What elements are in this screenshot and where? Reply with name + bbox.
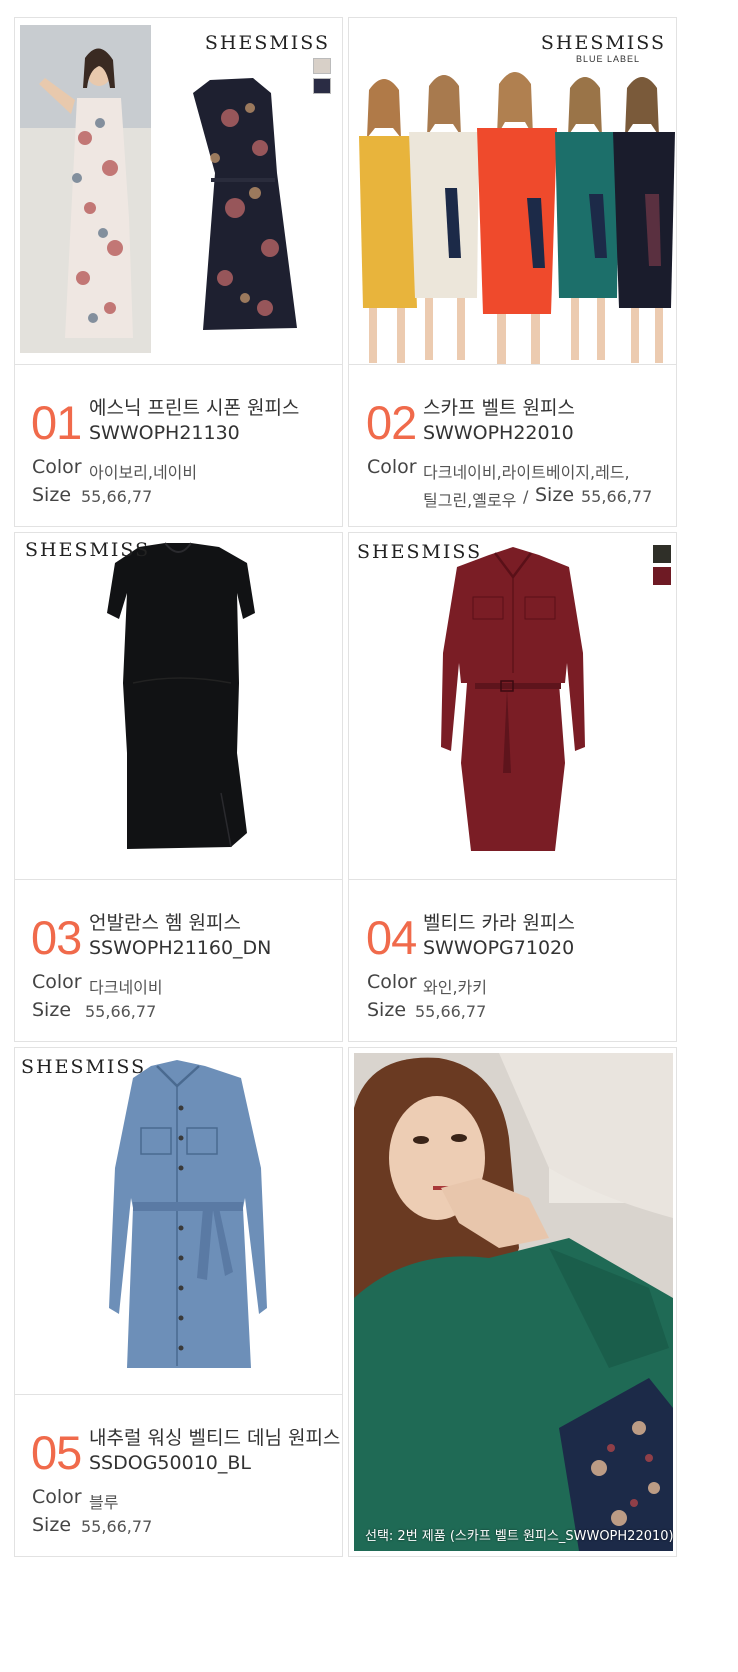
brand-sublabel: BLUE LABEL [575, 54, 640, 64]
model-photo-card[interactable]: 선택: 2번 제품 (스카프 벨트 원피스_SWWOPH22010) [348, 1047, 677, 1557]
product-code: SWWOPH21130 [89, 422, 240, 444]
product-card-04[interactable]: SHESMISS 04 벨티드 카라 원피스 SWWOPG71020 Color… [348, 532, 677, 1042]
color-label: Color [32, 456, 82, 478]
product-card-05[interactable]: SHESMISS 05 내추럴 워싱 벨티드 데님 원피스 SSDOG50010… [14, 1047, 343, 1557]
product-info-02: 02 스카프 벨트 원피스 SWWOPH22010 Color 다크네이비,라이… [349, 363, 676, 526]
product-info-04: 04 벨티드 카라 원피스 SWWOPG71020 Color 와인,카키 Si… [349, 878, 676, 1041]
color-value: 아이보리,네이비 [89, 463, 198, 482]
color-value: 다크네이비 [89, 978, 163, 997]
product-code: SWWOPG71020 [423, 937, 575, 959]
color-value: 와인,카키 [423, 978, 487, 997]
product-info-03: 03 언발란스 헴 원피스 SSWOPH21160_DN Color 다크네이비… [15, 878, 342, 1041]
brand-logo: SHESMISS [540, 32, 666, 54]
product-card-03[interactable]: SHESMISS 03 언발란스 헴 원피스 SSWOPH21160_DN Co… [14, 532, 343, 1042]
swatch-wine[interactable] [653, 567, 671, 585]
product-name[interactable]: 벨티드 카라 원피스 [423, 912, 575, 935]
size-separator: / [523, 487, 529, 506]
size-label: Size [367, 999, 407, 1021]
swatch-khaki[interactable] [653, 545, 671, 563]
product-name[interactable]: 내추럴 워싱 벨티드 데님 원피스 [89, 1427, 340, 1450]
swatch-navy-thumb[interactable] [313, 78, 331, 94]
size-label: Size [32, 1514, 72, 1536]
size-value: 55,66,77 [85, 1002, 157, 1021]
product-info-01: 01 에스닉 프린트 시폰 원피스 SWWOPH21130 Color 아이보리… [15, 363, 342, 526]
product-number: 02 [366, 396, 417, 449]
swatch-ivory-thumb[interactable] [313, 58, 331, 74]
product-number: 05 [31, 1426, 82, 1479]
product-number: 03 [31, 911, 82, 964]
product-card-02[interactable]: SHESMISS BLUE LABEL 02 스카프 벨트 원피스 SWWOPH… [348, 17, 677, 527]
color-value-line2: 틸그린,옐로우 [423, 491, 517, 510]
size-value: 55,66,77 [81, 1517, 153, 1536]
color-label: Color [367, 456, 417, 478]
model-photo [354, 1053, 673, 1551]
product-image-02[interactable]: SHESMISS BLUE LABEL [349, 18, 676, 365]
product-info-05: 05 내추럴 워싱 벨티드 데님 원피스 SSDOG50010_BL Color… [15, 1393, 342, 1556]
brand-logo: SHESMISS [357, 541, 483, 563]
product-name[interactable]: 에스닉 프린트 시폰 원피스 [89, 397, 299, 420]
color-label: Color [367, 971, 417, 993]
brand-logo: SHESMISS [204, 32, 330, 54]
product-image-03[interactable]: SHESMISS [15, 533, 342, 880]
product-code: SWWOPH22010 [423, 422, 574, 444]
color-value: 블루 [89, 1493, 119, 1512]
size-label: Size [535, 484, 575, 506]
color-value: 다크네이비,라이트베이지,레드, [423, 463, 630, 482]
brand-logo: SHESMISS [21, 1056, 147, 1078]
size-value: 55,66,77 [581, 487, 653, 506]
size-label: Size [32, 484, 72, 506]
product-image-01[interactable]: SHESMISS [15, 18, 342, 365]
product-image-05[interactable]: SHESMISS [15, 1048, 342, 1395]
product-card-01[interactable]: SHESMISS 01 에스닉 프린트 시폰 원피스 SWWOPH21130 C… [14, 17, 343, 527]
size-label: Size [32, 999, 72, 1021]
model-photo-caption: 선택: 2번 제품 (스카프 벨트 원피스_SWWOPH22010) [365, 1529, 674, 1544]
color-label: Color [32, 1486, 82, 1508]
color-label: Color [32, 971, 82, 993]
product-number: 01 [31, 396, 82, 449]
product-image-04[interactable]: SHESMISS [349, 533, 676, 880]
product-name[interactable]: 언발란스 헴 원피스 [89, 912, 241, 935]
product-number: 04 [366, 911, 417, 964]
brand-logo: SHESMISS [25, 539, 151, 561]
product-code: SSDOG50010_BL [89, 1452, 251, 1474]
size-value: 55,66,77 [81, 487, 153, 506]
product-name[interactable]: 스카프 벨트 원피스 [423, 397, 575, 420]
product-code: SSWOPH21160_DN [89, 937, 272, 959]
size-value: 55,66,77 [415, 1002, 487, 1021]
